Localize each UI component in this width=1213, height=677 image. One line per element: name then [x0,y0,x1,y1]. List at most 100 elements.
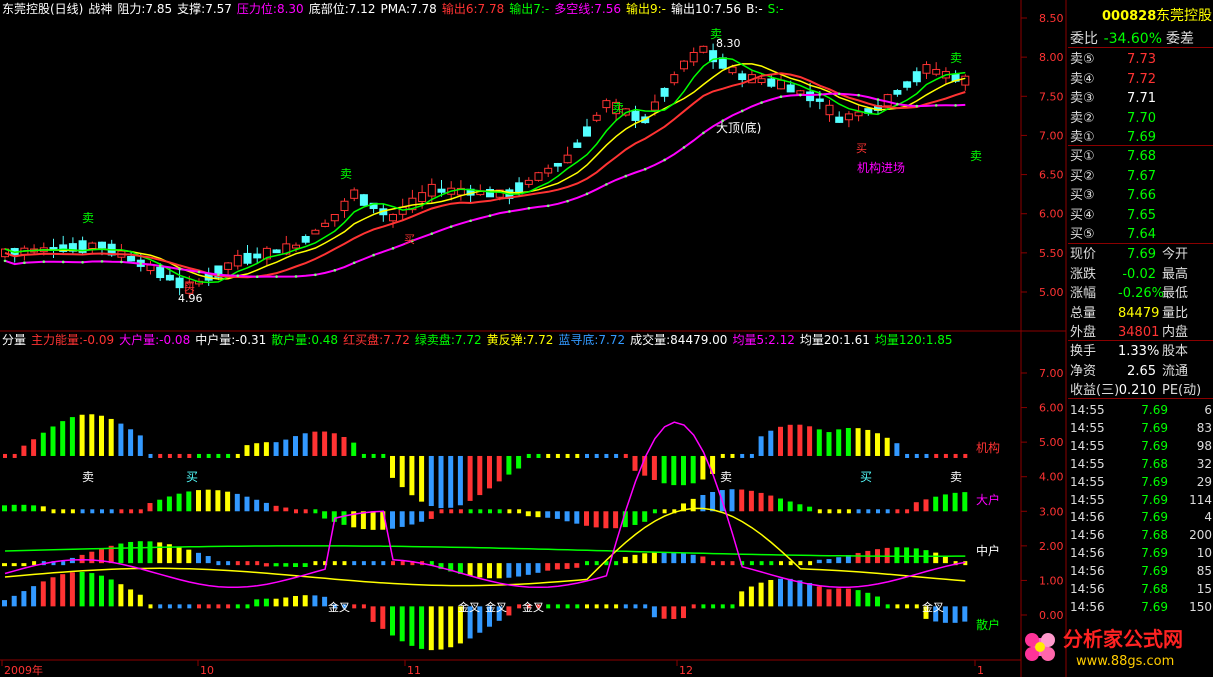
long-short-dot [391,247,395,250]
candle-body [650,101,659,111]
sub-bar-down [525,563,531,575]
sub-bar-up [351,442,357,456]
chart-annotations: 8.304.96大顶(底)机构进场卖卖卖卖卖卖买买买卖卖卖买 买金叉 金叉 金叉 金叉金… [82,27,1000,632]
ask-row-1: 卖④ 7.72 [1068,70,1213,89]
sub-bar-up [137,594,143,607]
sub-bar-up [797,424,803,456]
long-short-dot [818,93,822,96]
tick-row-0-t2: 7.69 [1141,403,1168,417]
sub-bar-down [564,511,570,522]
sub-bar-down [21,563,27,567]
long-short-dot [876,98,880,101]
candle-body [233,254,242,267]
sub-dot-bar [652,509,657,514]
stat-row-2-c3: 最低 [1162,286,1189,301]
candle-body [224,262,233,270]
sub-bar-down [574,563,580,568]
sub-dot-bar [614,561,619,566]
sub-bar-down [487,455,492,489]
sub-bar-up [845,588,851,607]
long-short-dot [197,270,201,274]
sub-bar-up [894,443,900,456]
long-short-dot [100,260,104,263]
sub-bar-down [428,455,434,507]
tick-row-9-t1: 14:56 [1070,564,1105,579]
tick-row-0-t1: 14:55 [1070,403,1105,417]
sub-dot-bar [720,604,725,609]
sub-dot-bar [604,453,609,458]
ask-row-0-c1: 卖⑤ [1070,52,1095,67]
main-header-item-8: 输出9:- [626,2,667,16]
candle-body [592,114,601,121]
sub-dot-bar [352,604,357,609]
quote-panel: 000828 东莞控股 委比 -34.60% 委差 卖⑤ 7.73 卖④ 7.72 卖③… [1068,0,1213,677]
sub-bar-up [312,595,318,607]
sub-bar-down [409,606,415,646]
long-short-dot [760,101,763,104]
candlesticks [1,43,970,299]
candle-body [786,84,795,93]
long-short-dot [702,131,705,135]
long-short-dot [566,199,569,203]
sub-axis-label-5: 2.00 [1039,540,1064,553]
candle-body [844,113,853,121]
label-mid: 中户 [976,543,1000,558]
sub-bar-down [380,606,386,629]
sub-bar-up [2,600,7,607]
sub-bar-up [312,431,318,456]
sub-sell-2: 卖 [950,470,962,484]
support-line-red [4,72,966,279]
sub-dot-bar [313,561,318,566]
candle-body [292,244,300,249]
sub-bar-down [700,455,706,480]
long-short-dot [740,109,744,113]
stat-row-3-c1: 总量 [1070,305,1097,321]
sub-bar-up [681,553,686,564]
sub-bar-up [642,553,648,564]
sub-bar-up [40,581,46,607]
sub-dot-bar [517,509,522,514]
sub-bar-up [137,541,143,564]
sub-dot-bar [129,509,134,514]
candle-body [893,90,902,95]
candle-body [88,242,97,250]
sub-dot-bar [759,561,764,566]
long-short-dot [294,275,298,278]
sub-bar-up [933,496,939,512]
candle-body [631,110,640,121]
sub-dot-bar [216,604,221,609]
candle-body [903,81,912,88]
sub-bar-up [11,595,17,607]
sub-buy-0: 买 [186,470,198,484]
sub-bar-up [186,491,192,512]
low-price-label: 4.96 [178,292,203,305]
tick-row-7: 14:56 7.68 200 [1068,526,1213,544]
tick-row-1-t1: 14:55 [1070,420,1105,435]
candle-body [330,214,339,222]
sub-bar-down [263,563,269,567]
candle-body [350,189,359,199]
long-short-dot [915,104,919,108]
candle-body [961,75,970,86]
stat2-row-1-c3: 流通 [1162,363,1189,379]
sub-dot-bar [953,453,958,458]
ma-line-green [4,57,966,284]
sub-bar-down [671,455,677,486]
sub-dot-bar [371,561,376,566]
sub-dot-bar [177,604,182,609]
x-axis-label-3: 12 [679,664,693,677]
tick-row-2-t2: 7.69 [1141,438,1168,453]
x-axis-label-1: 10 [200,664,214,677]
main-header-item-7: 多空线:7.56 [554,2,621,16]
tick-row-6-t3: 4 [1204,510,1212,525]
sub-bar-up [283,597,289,607]
sub-bar-up [69,417,75,456]
tick-row-6-t1: 14:56 [1070,510,1105,525]
sub-dot-bar [643,604,648,609]
sub-bar-down [535,511,541,518]
sub-bar-down [535,563,541,573]
candle-body [806,91,815,102]
sub-bar-down [448,606,454,648]
tick-row-4: 14:55 7.69 29 [1068,473,1213,491]
sub-dot-bar [623,453,628,458]
